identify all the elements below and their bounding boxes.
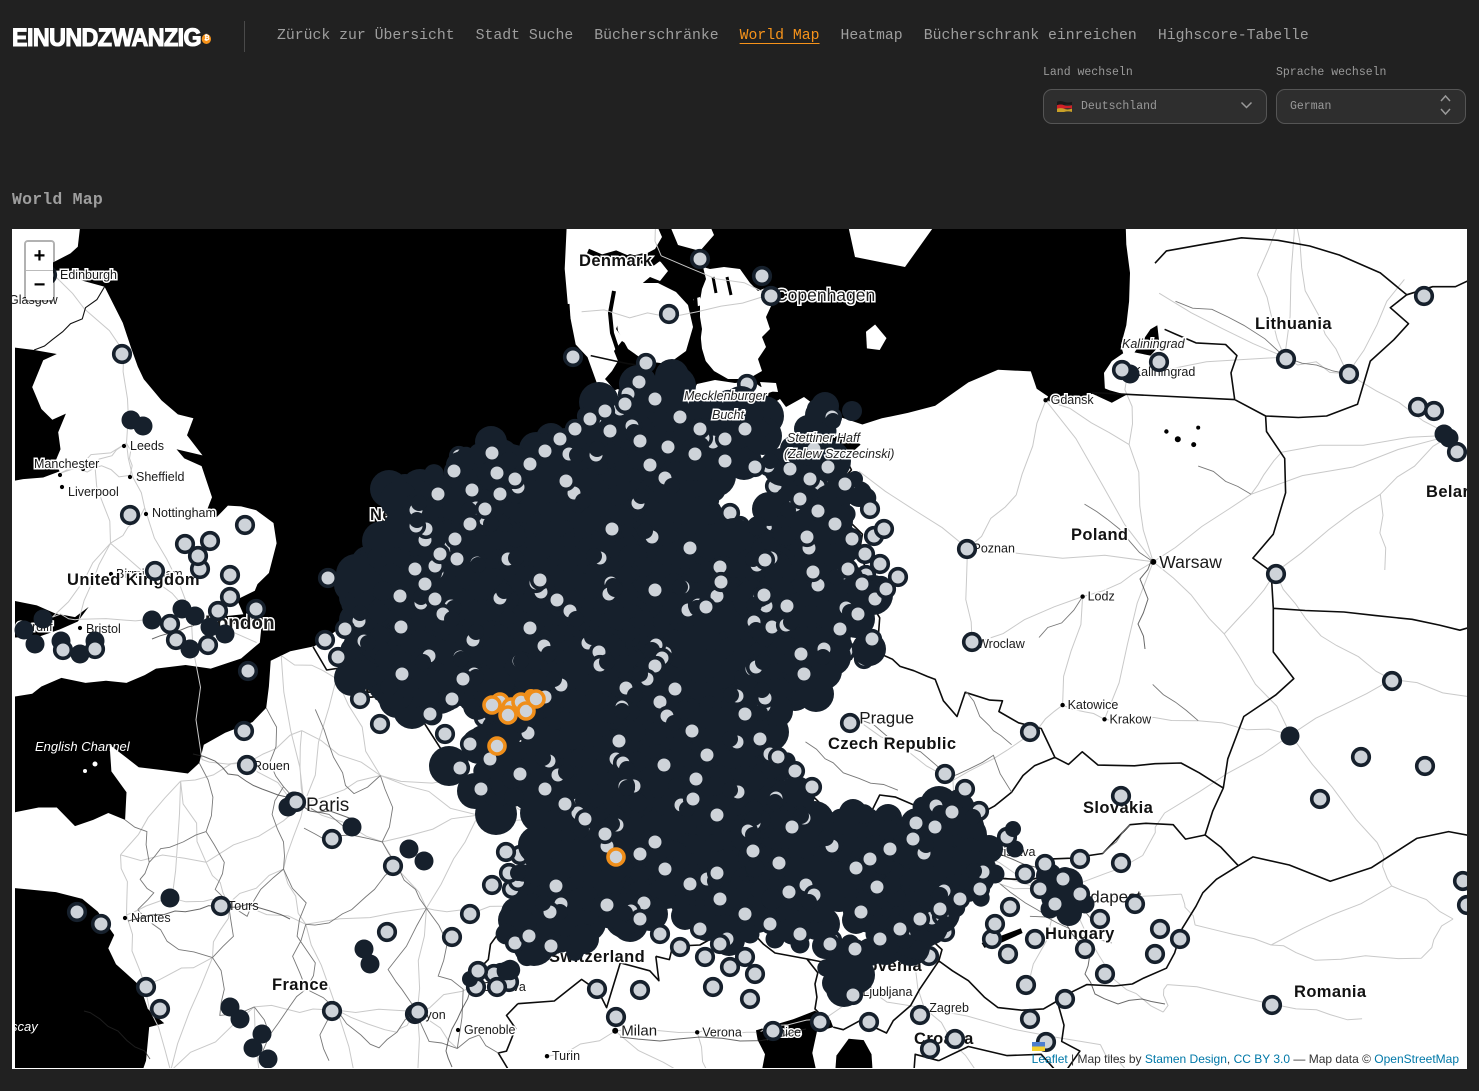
svg-text:Nantes: Nantes: [131, 911, 171, 925]
svg-text:Belarus: Belarus: [1426, 483, 1467, 501]
svg-text:Manchester: Manchester: [34, 457, 99, 471]
svg-text:Stettiner Haff: Stettiner Haff: [787, 431, 861, 445]
svg-text:scay: scay: [12, 1019, 39, 1034]
svg-text:Warsaw: Warsaw: [1159, 552, 1222, 572]
svg-text:Sheffield: Sheffield: [136, 470, 184, 484]
svg-text:Lithuania: Lithuania: [1255, 315, 1332, 333]
svg-text:Zagreb: Zagreb: [929, 1001, 969, 1015]
svg-text:United Kingdom: United Kingdom: [67, 571, 200, 589]
svg-text:Lodz: Lodz: [1088, 590, 1115, 604]
svg-text:Nottingham: Nottingham: [152, 506, 216, 520]
svg-text:Mecklenburger: Mecklenburger: [684, 389, 768, 403]
svg-text:Grenoble: Grenoble: [464, 1023, 515, 1037]
svg-text:Kaliningrad: Kaliningrad: [1122, 337, 1186, 351]
svg-text:Paris: Paris: [306, 795, 349, 816]
svg-text:Czech Republic: Czech Republic: [828, 735, 956, 753]
svg-text:English Channel: English Channel: [35, 739, 131, 754]
svg-text:Katowice: Katowice: [1068, 698, 1119, 712]
svg-text:Rouen: Rouen: [253, 759, 290, 773]
svg-text:Gdansk: Gdansk: [1051, 393, 1095, 407]
svg-text:Copenhagen: Copenhagen: [775, 285, 875, 305]
svg-text:Romania: Romania: [1294, 983, 1367, 1001]
svg-text:Edinburgh: Edinburgh: [60, 268, 117, 282]
svg-text:Denmark: Denmark: [579, 252, 653, 270]
svg-text:Milan: Milan: [621, 1023, 657, 1040]
svg-text:Wroclaw: Wroclaw: [977, 637, 1026, 651]
svg-text:Leeds: Leeds: [130, 439, 164, 453]
svg-text:(Zalew Szczecinski): (Zalew Szczecinski): [784, 447, 894, 461]
svg-text:Krakow: Krakow: [1110, 712, 1153, 726]
svg-text:Prague: Prague: [859, 708, 914, 727]
svg-text:Poland: Poland: [1071, 526, 1128, 544]
svg-text:Turin: Turin: [552, 1049, 580, 1063]
svg-text:Bucht: Bucht: [712, 408, 744, 422]
svg-text:Poznan: Poznan: [973, 541, 1015, 555]
svg-text:France: France: [272, 976, 329, 994]
svg-text:Liverpool: Liverpool: [68, 485, 119, 499]
